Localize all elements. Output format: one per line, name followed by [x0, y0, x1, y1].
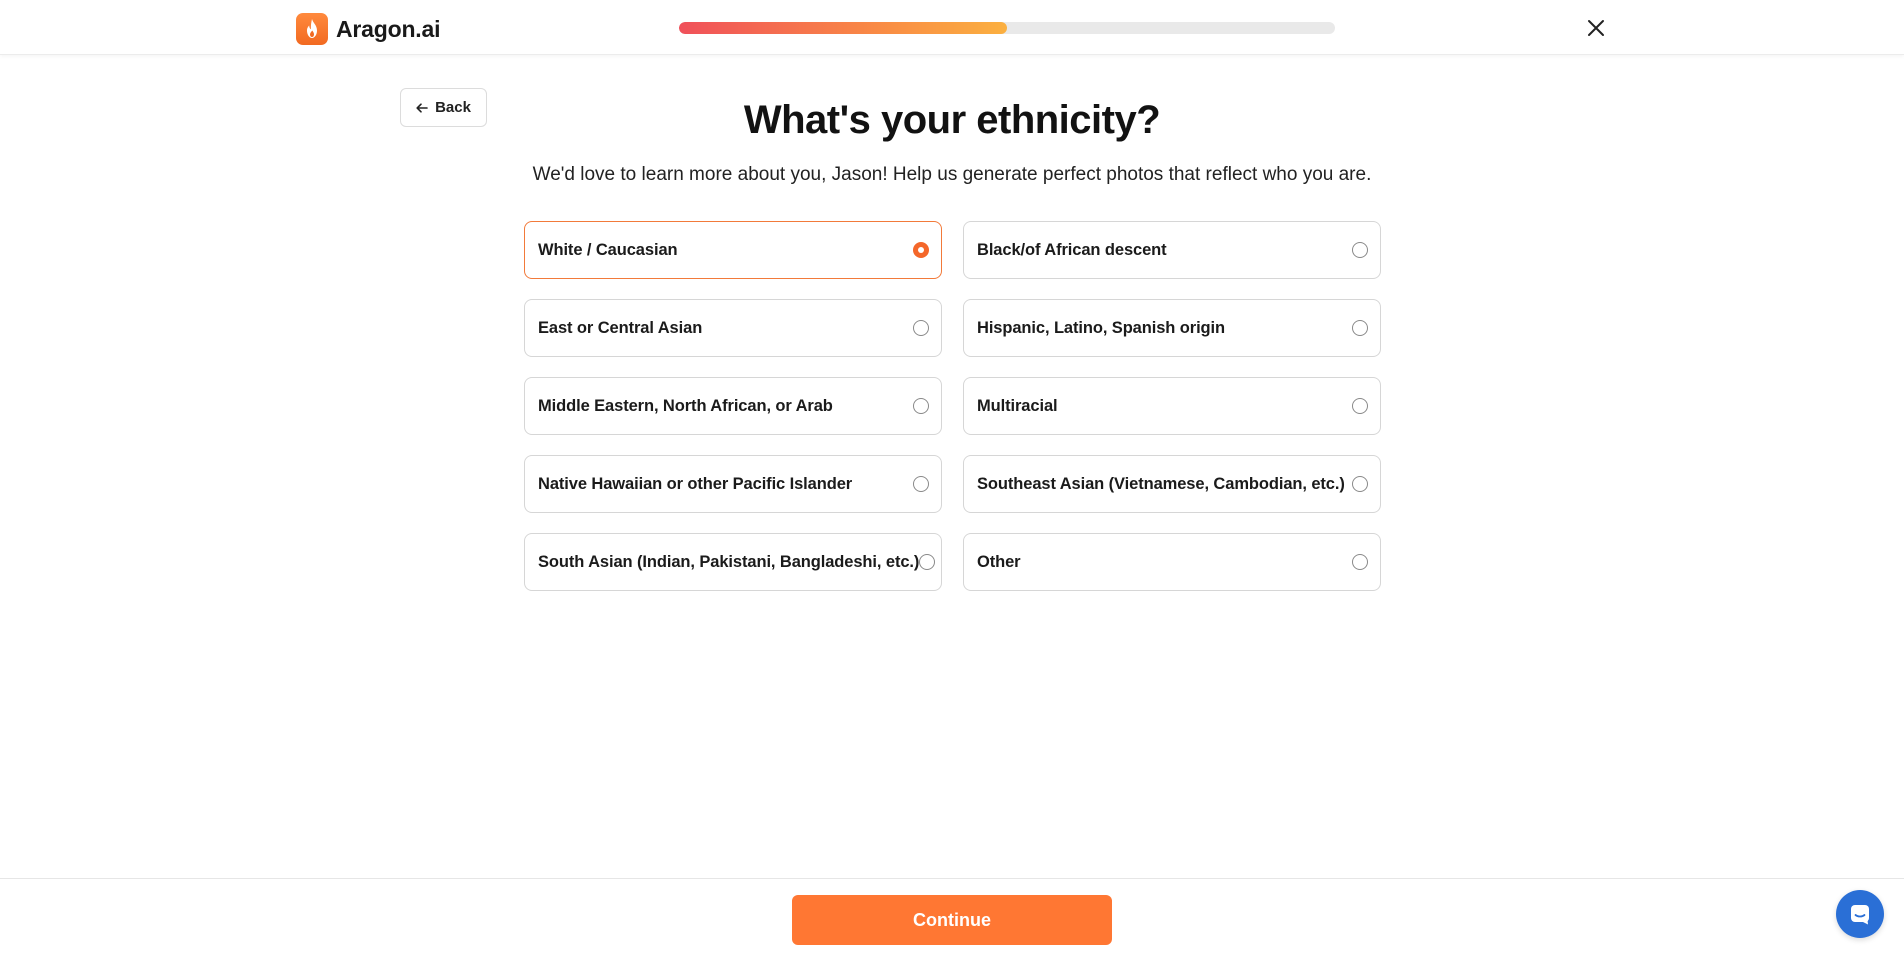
radio-button[interactable] [913, 476, 929, 492]
radio-button[interactable] [1352, 398, 1368, 414]
flame-icon [296, 13, 328, 45]
option-black-african-descent[interactable]: Black/of African descent [963, 221, 1381, 279]
top-bar: Aragon.ai [0, 0, 1904, 55]
brand-logo[interactable]: Aragon.ai [296, 13, 440, 45]
progress-bar [679, 22, 1335, 34]
bottom-bar: Continue [0, 878, 1904, 958]
radio-button[interactable] [913, 242, 929, 258]
brand-name: Aragon.ai [336, 15, 441, 42]
progress-bar-fill [679, 22, 1007, 34]
option-label: East or Central Asian [538, 318, 703, 337]
radio-button[interactable] [919, 554, 936, 570]
ethnicity-options: White / Caucasian Black/of African desce… [524, 221, 1381, 591]
page-subtitle: We'd love to learn more about you, Jason… [532, 164, 1372, 185]
option-native-hawaiian[interactable]: Native Hawaiian or other Pacific Islande… [524, 455, 942, 513]
radio-button[interactable] [1352, 242, 1368, 258]
chat-button[interactable] [1836, 890, 1884, 938]
option-other[interactable]: Other [963, 533, 1381, 591]
radio-button[interactable] [913, 398, 929, 414]
option-white-caucasian[interactable]: White / Caucasian [524, 221, 942, 279]
page-title: What's your ethnicity? [743, 98, 1161, 142]
option-label: Southeast Asian (Vietnamese, Cambodian, … [977, 474, 1345, 493]
option-label: Hispanic, Latino, Spanish origin [977, 318, 1225, 337]
option-label: Native Hawaiian or other Pacific Islande… [538, 474, 853, 493]
option-east-central-asian[interactable]: East or Central Asian [524, 299, 942, 357]
radio-button[interactable] [1352, 476, 1368, 492]
radio-button[interactable] [913, 320, 929, 336]
option-label: Black/of African descent [977, 240, 1167, 259]
radio-button[interactable] [1352, 554, 1368, 570]
option-label: Multiracial [977, 396, 1058, 415]
close-button[interactable] [1584, 16, 1608, 40]
option-south-asian[interactable]: South Asian (Indian, Pakistani, Banglade… [524, 533, 942, 591]
option-hispanic-latino[interactable]: Hispanic, Latino, Spanish origin [963, 299, 1381, 357]
close-icon [1588, 20, 1604, 36]
chat-icon [1851, 905, 1869, 925]
option-multiracial[interactable]: Multiracial [963, 377, 1381, 435]
option-label: White / Caucasian [538, 240, 678, 259]
option-label: South Asian (Indian, Pakistani, Banglade… [538, 552, 920, 571]
option-label: Other [977, 552, 1021, 571]
option-label: Middle Eastern, North African, or Arab [538, 396, 833, 415]
continue-button[interactable]: Continue [792, 895, 1112, 945]
option-middle-eastern[interactable]: Middle Eastern, North African, or Arab [524, 377, 942, 435]
option-southeast-asian[interactable]: Southeast Asian (Vietnamese, Cambodian, … [963, 455, 1381, 513]
radio-button[interactable] [1352, 320, 1368, 336]
